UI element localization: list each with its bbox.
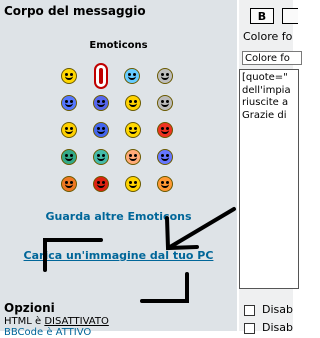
cool-face-icon[interactable] [124,67,141,84]
italic-button[interactable] [282,8,298,24]
emoticon-row [61,170,173,197]
confused-face-icon[interactable] [61,121,77,138]
font-color-select[interactable]: Colore fo [242,51,302,65]
more-emoticons-link[interactable]: Guarda altre Emoticons [0,210,237,223]
disable-option-label-1: Disab [262,303,293,316]
message-body-title: Corpo del messaggio [4,4,146,18]
wink-face-icon[interactable] [125,175,141,192]
blue-face-icon[interactable] [93,121,109,138]
surprised-face-icon[interactable] [93,94,109,111]
crying-face-icon[interactable] [157,148,173,165]
disable-option-checkbox-1[interactable] [244,305,255,316]
blush-face-icon[interactable] [125,148,141,165]
devil-face-icon[interactable] [61,175,77,192]
orange-face-icon[interactable] [157,175,173,192]
html-status-label: HTML è [4,316,45,327]
emoticon-row [61,143,173,170]
emoticon-row [61,62,173,89]
emoticon-row [61,116,173,143]
disable-option-checkbox-2[interactable] [244,323,255,334]
teal-face-icon[interactable] [93,148,109,165]
emoticons-title: Emoticons [89,40,148,51]
bbcode-status[interactable]: BBCode è ATTIVO [4,327,91,338]
font-color-label: Colore fo [243,30,293,43]
disable-option-label-2: Disab [262,321,293,334]
shocked-face-icon[interactable] [125,94,141,111]
cool-glasses-face-icon[interactable] [157,94,173,111]
neutral-face-icon[interactable] [156,67,173,84]
html-status: HTML è DISATTIVATO [4,316,109,327]
upload-image-link[interactable]: Carica un'immagine dal tuo PC [0,249,237,262]
red-devil-face-icon[interactable] [93,175,109,192]
message-textarea[interactable]: [quote=" dell'impia riuscite a Grazie di [239,69,299,289]
sad-face-icon[interactable] [61,94,77,111]
angry-face-icon[interactable] [157,121,173,138]
html-status-value[interactable]: DISATTIVATO [44,316,108,327]
smirk-face-icon[interactable] [125,121,141,138]
tall-face-icon[interactable] [93,62,108,89]
green-face-icon[interactable] [61,148,77,165]
emoticon-grid [61,62,173,197]
emoticon-row [61,89,173,116]
options-title: Opzioni [4,301,55,315]
bold-button[interactable]: B [250,8,274,24]
smile-icon[interactable] [61,67,77,84]
